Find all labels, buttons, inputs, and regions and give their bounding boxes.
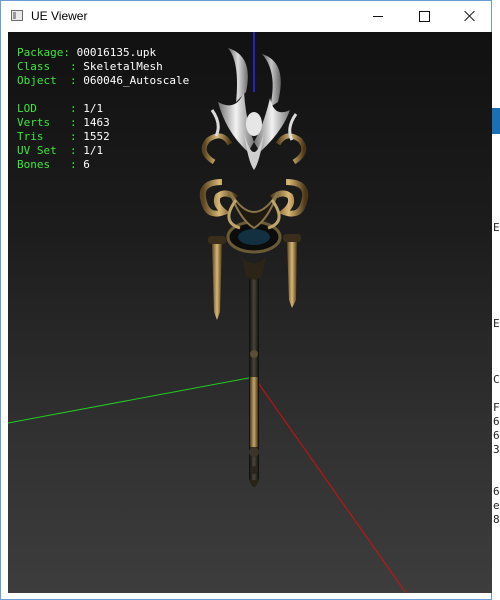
info-value: SkeletalMesh xyxy=(83,60,163,73)
info-label: Package xyxy=(17,46,64,59)
background-text-fragment: 6 xyxy=(493,485,500,498)
background-text-fragment: E xyxy=(493,221,500,234)
background-text-fragment: 6 xyxy=(493,415,500,428)
mesh-info-panel: Package: 00016135.upk Class : SkeletalMe… xyxy=(17,46,189,172)
x-axis-line xyxy=(253,376,407,593)
window-title: UE Viewer xyxy=(31,9,88,23)
y-axis-line xyxy=(8,376,255,424)
background-text-fragment: 3 xyxy=(493,443,500,456)
app-window-icon[interactable] xyxy=(11,10,23,21)
3d-viewport[interactable]: Package: 00016135.upk Class : SkeletalMe… xyxy=(8,32,492,593)
title-bar[interactable]: UE Viewer xyxy=(1,1,491,31)
info-label: Class xyxy=(17,60,51,73)
info-value: 060046_Autoscale xyxy=(83,74,190,87)
info-value: 1/1 xyxy=(83,102,104,115)
minimize-button[interactable] xyxy=(355,1,401,31)
background-text-fragment: 6 xyxy=(493,429,500,442)
scepter-mesh xyxy=(199,48,309,487)
background-text-fragment: E xyxy=(493,317,500,330)
background-text-fragment: C xyxy=(493,373,500,386)
info-row-uv-set: UV Set : 1/1 xyxy=(17,144,104,157)
info-row-package: Package: 00016135.upk xyxy=(17,46,157,59)
info-row-tris: Tris : 1552 xyxy=(17,130,110,143)
info-row-verts: Verts : 1463 xyxy=(17,116,110,129)
info-value: 1552 xyxy=(83,130,110,143)
background-text-fragment: 8 xyxy=(493,513,500,526)
background-window-highlight xyxy=(491,108,500,134)
close-button[interactable] xyxy=(447,1,493,31)
info-label: LOD xyxy=(17,102,37,115)
info-label: Tris xyxy=(17,130,44,143)
info-value: 1/1 xyxy=(83,144,104,157)
info-value: 6 xyxy=(83,158,90,171)
minimize-icon xyxy=(373,15,383,17)
ue-viewer-window[interactable]: UE Viewer Package: 00016135.upk Class: … xyxy=(0,0,492,600)
maximize-icon xyxy=(418,10,430,22)
background-text-fragment: F xyxy=(493,401,500,414)
info-label: Object xyxy=(17,74,57,87)
info-value: 00016135.upk xyxy=(76,46,157,59)
maximize-button[interactable] xyxy=(401,1,447,31)
info-label: Verts xyxy=(17,116,51,129)
info-row-lod: LOD : 1/1 xyxy=(17,102,104,115)
info-row-object: Object : 060046_Autoscale xyxy=(17,74,190,87)
info-row-bones: Bones : 6 xyxy=(17,158,90,171)
info-label: UV Set xyxy=(17,144,57,157)
background-text-fragment: e xyxy=(493,499,500,512)
close-icon xyxy=(464,10,476,22)
info-label: Bones xyxy=(17,158,51,171)
info-value: 1463 xyxy=(83,116,110,129)
info-row-class: Class : SkeletalMesh xyxy=(17,60,163,73)
